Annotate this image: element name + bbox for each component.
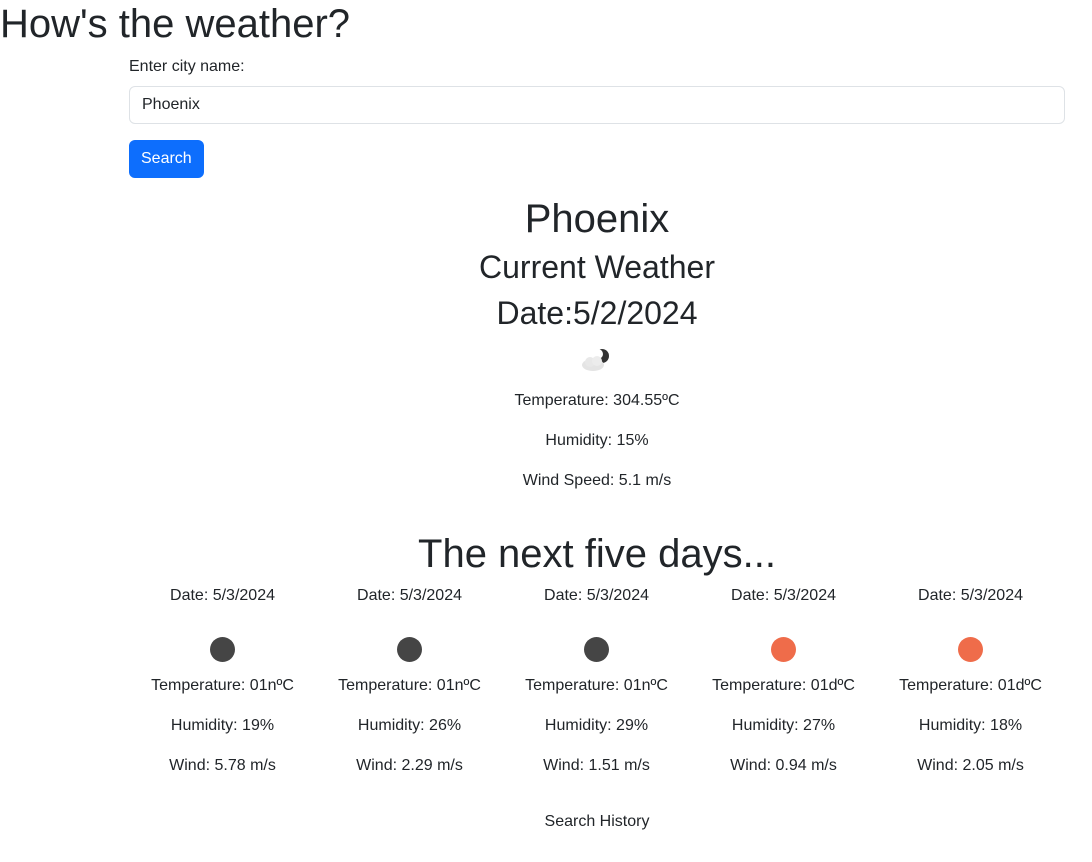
search-history-label: Search History <box>544 813 650 830</box>
city-name: Phoenix <box>524 197 670 241</box>
current-temperature: Temperature: 304.55ºC <box>514 392 680 409</box>
forecast-row: Date: 5/3/2024 Temperature: 01nºC Humidi… <box>129 584 1065 794</box>
forecast-humidity: Humidity: 19% <box>170 717 275 734</box>
forecast-humidity: Humidity: 26% <box>357 717 462 734</box>
search-button[interactable]: Search <box>129 140 204 178</box>
forecast-temperature: Temperature: 01dºC <box>712 677 855 694</box>
forecast-date: Date: 5/3/2024 <box>918 587 1023 604</box>
forecast-wind: Wind: 2.05 m/s <box>917 757 1024 774</box>
page-title: How's the weather? <box>0 2 351 46</box>
current-humidity: Humidity: 15% <box>545 432 649 449</box>
sun-dot-icon <box>958 636 983 662</box>
current-weather-panel: Phoenix Current Weather Date:5/2/2024 Te… <box>129 195 1065 509</box>
forecast-wind: Wind: 0.94 m/s <box>730 757 837 774</box>
forecast-temperature: Temperature: 01nºC <box>151 677 294 694</box>
night-dot-icon <box>584 636 609 662</box>
night-dot-icon <box>210 636 235 662</box>
forecast-date: Date: 5/3/2024 <box>170 587 275 604</box>
forecast-date: Date: 5/3/2024 <box>731 587 836 604</box>
forecast-title: The next five days... <box>418 532 776 576</box>
forecast-card: Date: 5/3/2024 Temperature: 01nºC Humidi… <box>316 584 503 794</box>
forecast-temperature: Temperature: 01nºC <box>338 677 481 694</box>
forecast-wind: Wind: 1.51 m/s <box>543 757 650 774</box>
city-search-input[interactable] <box>129 86 1065 124</box>
forecast-temperature: Temperature: 01dºC <box>899 677 1042 694</box>
forecast-humidity: Humidity: 27% <box>731 717 836 734</box>
forecast-card: Date: 5/3/2024 Temperature: 01nºC Humidi… <box>129 584 316 794</box>
current-date: Date:5/2/2024 <box>496 295 698 331</box>
forecast-card: Date: 5/3/2024 Temperature: 01nºC Humidi… <box>503 584 690 794</box>
forecast-wind: Wind: 5.78 m/s <box>169 757 276 774</box>
forecast-date: Date: 5/3/2024 <box>357 587 462 604</box>
search-form: Enter city name: Search <box>129 56 1065 178</box>
forecast-date: Date: 5/3/2024 <box>544 587 649 604</box>
forecast-humidity: Humidity: 29% <box>544 717 649 734</box>
current-weather-heading: Current Weather <box>479 249 715 285</box>
sun-dot-icon <box>771 636 796 662</box>
forecast-wind: Wind: 2.29 m/s <box>356 757 463 774</box>
current-wind-speed: Wind Speed: 5.1 m/s <box>522 472 672 489</box>
forecast-card: Date: 5/3/2024 Temperature: 01dºC Humidi… <box>690 584 877 794</box>
forecast-temperature: Temperature: 01nºC <box>525 677 668 694</box>
cloud-moon-icon <box>582 349 609 371</box>
forecast-card: Date: 5/3/2024 Temperature: 01dºC Humidi… <box>877 584 1064 794</box>
night-dot-icon <box>397 636 422 662</box>
city-input-label: Enter city name: <box>129 58 245 75</box>
forecast-humidity: Humidity: 18% <box>918 717 1023 734</box>
